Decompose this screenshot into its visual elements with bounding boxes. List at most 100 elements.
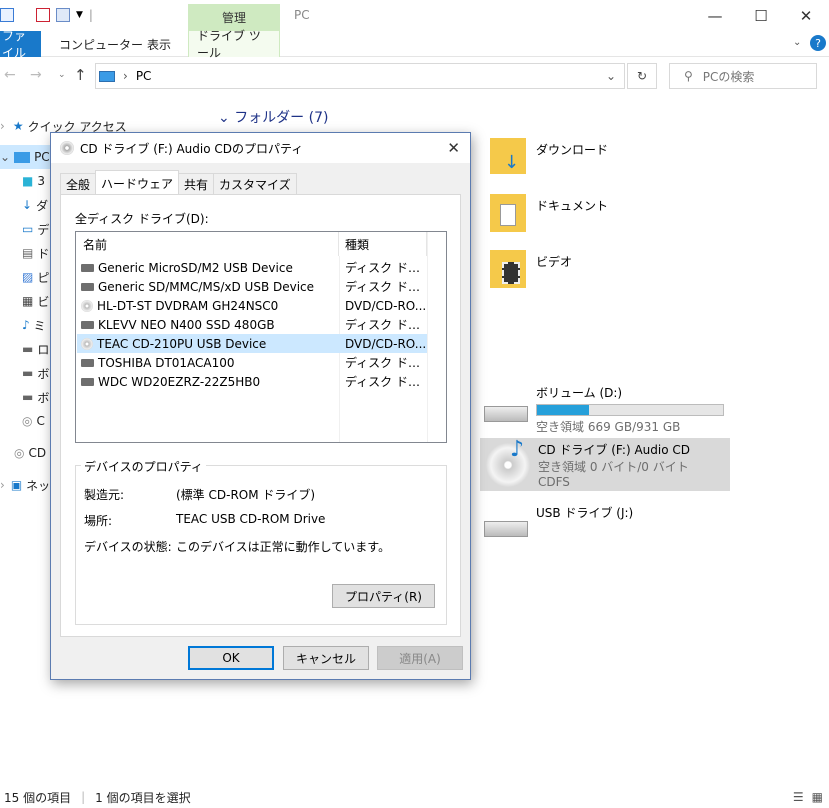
nav-label: ダ <box>36 198 49 213</box>
tab-view[interactable]: 表示 <box>139 31 179 57</box>
ribbon-expand-icon[interactable]: ⌄ <box>793 37 807 51</box>
nav-item-documents[interactable]: ▤ ド <box>22 241 49 265</box>
row-name: TOSHIBA DT01ACA100 <box>98 355 235 370</box>
usb-drive-icon <box>484 521 528 537</box>
dialog-close-button[interactable]: ✕ <box>447 139 460 157</box>
search-input[interactable]: ⚲ PCの検索 <box>669 63 817 89</box>
nav-item-cd[interactable]: ◎ C <box>22 409 45 433</box>
nav-item-local-disk[interactable]: ▬ ロ <box>22 337 49 361</box>
maximize-button[interactable]: ☐ <box>738 0 784 31</box>
up-button[interactable]: ↑ <box>74 66 87 84</box>
nav-item-pictures[interactable]: ▨ ピ <box>22 265 49 289</box>
tab-general[interactable]: 全般 <box>60 173 97 195</box>
status-bar: 15 個の項目 | 1 個の項目を選択 ☰ ▦ <box>0 786 829 808</box>
nav-cd-drive[interactable]: ◎ CD <box>14 441 46 465</box>
column-header-name[interactable]: 名前 <box>76 232 339 256</box>
folders-group-header[interactable]: ⌄ フォルダー (7) <box>218 107 328 127</box>
document-icon: ▤ <box>22 246 34 260</box>
music-icon: ♪ <box>22 318 30 332</box>
cd-drive-icon <box>81 299 93 312</box>
cube-icon: ■ <box>22 174 34 188</box>
list-item[interactable]: KLEVV NEO N400 SSD 480GB ディスク ドライブ <box>77 315 427 334</box>
desktop-icon: ▭ <box>22 222 34 236</box>
tab-drive-tools[interactable]: ドライブ ツール <box>188 29 280 60</box>
details-view-icon[interactable]: ☰ <box>793 790 804 804</box>
drive-usb-j[interactable]: USB ドライブ (J:) <box>484 503 633 537</box>
nav-label: 3 <box>37 174 45 188</box>
qat-separator: | <box>88 8 93 22</box>
download-icon: ↓ <box>22 198 33 212</box>
refresh-button[interactable]: ↻ <box>627 63 657 89</box>
column-header-type[interactable]: 種類 <box>339 232 427 256</box>
list-item[interactable]: TEAC CD-210PU USB Device DVD/CD-RO... <box>77 334 427 353</box>
list-item[interactable]: HL-DT-ST DVDRAM GH24NSC0 DVD/CD-RO... <box>77 296 427 315</box>
nav-network[interactable]: › ▣ ネッ <box>0 473 50 497</box>
row-name: KLEVV NEO N400 SSD 480GB <box>98 317 275 332</box>
dialog-title: CD ドライブ (F:) Audio CDのプロパティ <box>80 141 304 156</box>
list-item[interactable]: Generic MicroSD/M2 USB Device ディスク ドライブ <box>77 258 427 277</box>
nav-item-3d[interactable]: ■ 3 <box>22 169 45 193</box>
row-name-cell: KLEVV NEO N400 SSD 480GB <box>77 318 339 332</box>
qat-dropdown-icon[interactable]: ▼ <box>76 10 83 20</box>
computer-icon <box>0 8 14 22</box>
list-item[interactable]: Generic SD/MMC/MS/xD USB Device ディスク ドライブ <box>77 277 427 296</box>
row-name-cell: Generic SD/MMC/MS/xD USB Device <box>77 280 339 294</box>
row-name: Generic MicroSD/M2 USB Device <box>98 260 293 275</box>
help-icon[interactable]: ? <box>810 35 826 51</box>
row-name: Generic SD/MMC/MS/xD USB Device <box>98 279 315 294</box>
breadcrumb-pc[interactable]: PC <box>136 69 152 83</box>
picture-icon: ▨ <box>22 270 34 284</box>
row-name-cell: HL-DT-ST DVDRAM GH24NSC0 <box>77 299 339 313</box>
nav-item-download[interactable]: ↓ ダ <box>22 193 48 217</box>
nav-item-volume-2[interactable]: ▬ ボ <box>22 385 49 409</box>
nav-label: ミ <box>33 318 46 333</box>
drive-icon: ▬ <box>22 342 34 356</box>
tab-hardware[interactable]: ハードウェア <box>95 170 180 195</box>
disk-drive-icon <box>81 263 94 272</box>
list-item[interactable]: TOSHIBA DT01ACA100 ディスク ドライブ <box>77 353 427 372</box>
drive-cd-f[interactable]: ♪ CD ドライブ (F:) Audio CD 空き領域 0 バイト/0 バイト… <box>480 437 730 491</box>
back-button[interactable]: ← <box>4 67 16 83</box>
tab-computer[interactable]: コンピューター <box>51 31 151 57</box>
drive-volume-d[interactable]: ボリューム (D:) 空き領域 669 GB/931 GB <box>484 384 730 434</box>
disk-drives-list[interactable]: 名前 種類 Generic MicroSD/M2 USB Device ディスク … <box>75 231 447 443</box>
prop-label-location: 場所: <box>84 514 113 528</box>
row-type: DVD/CD-RO... <box>345 336 427 351</box>
nav-item-volume-1[interactable]: ▬ ボ <box>22 361 49 385</box>
folder-video-icon <box>490 250 526 288</box>
row-name-cell: TOSHIBA DT01ACA100 <box>77 356 339 370</box>
cd-icon <box>60 141 74 155</box>
properties-check-icon[interactable] <box>36 8 50 22</box>
folder-documents[interactable]: ドキュメント <box>490 194 608 232</box>
device-properties-group: デバイスのプロパティ 製造元: (標準 CD-ROM ドライブ) 場所: TEA… <box>75 458 447 625</box>
search-icon: ⚲ <box>684 69 693 83</box>
forward-button[interactable]: → <box>30 67 42 83</box>
nav-item-music[interactable]: ♪ ミ <box>22 313 46 337</box>
new-folder-icon[interactable] <box>56 8 70 22</box>
recent-dropdown-icon[interactable]: ⌄ <box>58 70 66 80</box>
group-title: デバイスのプロパティ <box>81 458 206 475</box>
apply-button[interactable]: 適用(A) <box>377 646 463 670</box>
address-dropdown-icon[interactable]: ⌄ <box>606 69 616 83</box>
large-icons-view-icon[interactable]: ▦ <box>812 790 823 804</box>
ok-button[interactable]: OK <box>188 646 274 670</box>
list-item[interactable]: WDC WD20EZRZ-22Z5HB0 ディスク ドライブ <box>77 372 427 391</box>
folder-downloads[interactable]: ↓ ダウンロード <box>490 138 608 174</box>
minimize-button[interactable]: — <box>692 0 738 31</box>
close-window-button[interactable]: ✕ <box>783 0 829 31</box>
nav-item-videos[interactable]: ▦ ビ <box>22 289 49 313</box>
tab-customize[interactable]: カスタマイズ <box>213 173 297 195</box>
dialog-title-bar: CD ドライブ (F:) Audio CDのプロパティ ✕ <box>51 133 470 163</box>
cancel-button[interactable]: キャンセル <box>283 646 369 670</box>
address-bar[interactable]: › PC ⌄ <box>95 63 625 89</box>
row-type: DVD/CD-RO... <box>345 298 427 313</box>
row-type: ディスク ドライブ <box>345 356 427 370</box>
folder-label: ビデオ <box>536 255 573 269</box>
nav-item-desktop[interactable]: ▭ デ <box>22 217 49 241</box>
nav-label: ド <box>37 246 50 261</box>
tab-file[interactable]: ファイル <box>0 29 41 60</box>
properties-button[interactable]: プロパティ(R) <box>332 584 435 608</box>
folder-videos[interactable]: ビデオ <box>490 250 572 288</box>
tab-sharing[interactable]: 共有 <box>178 173 215 195</box>
disk-drives-label: 全ディスク ドライブ(D): <box>75 212 209 226</box>
